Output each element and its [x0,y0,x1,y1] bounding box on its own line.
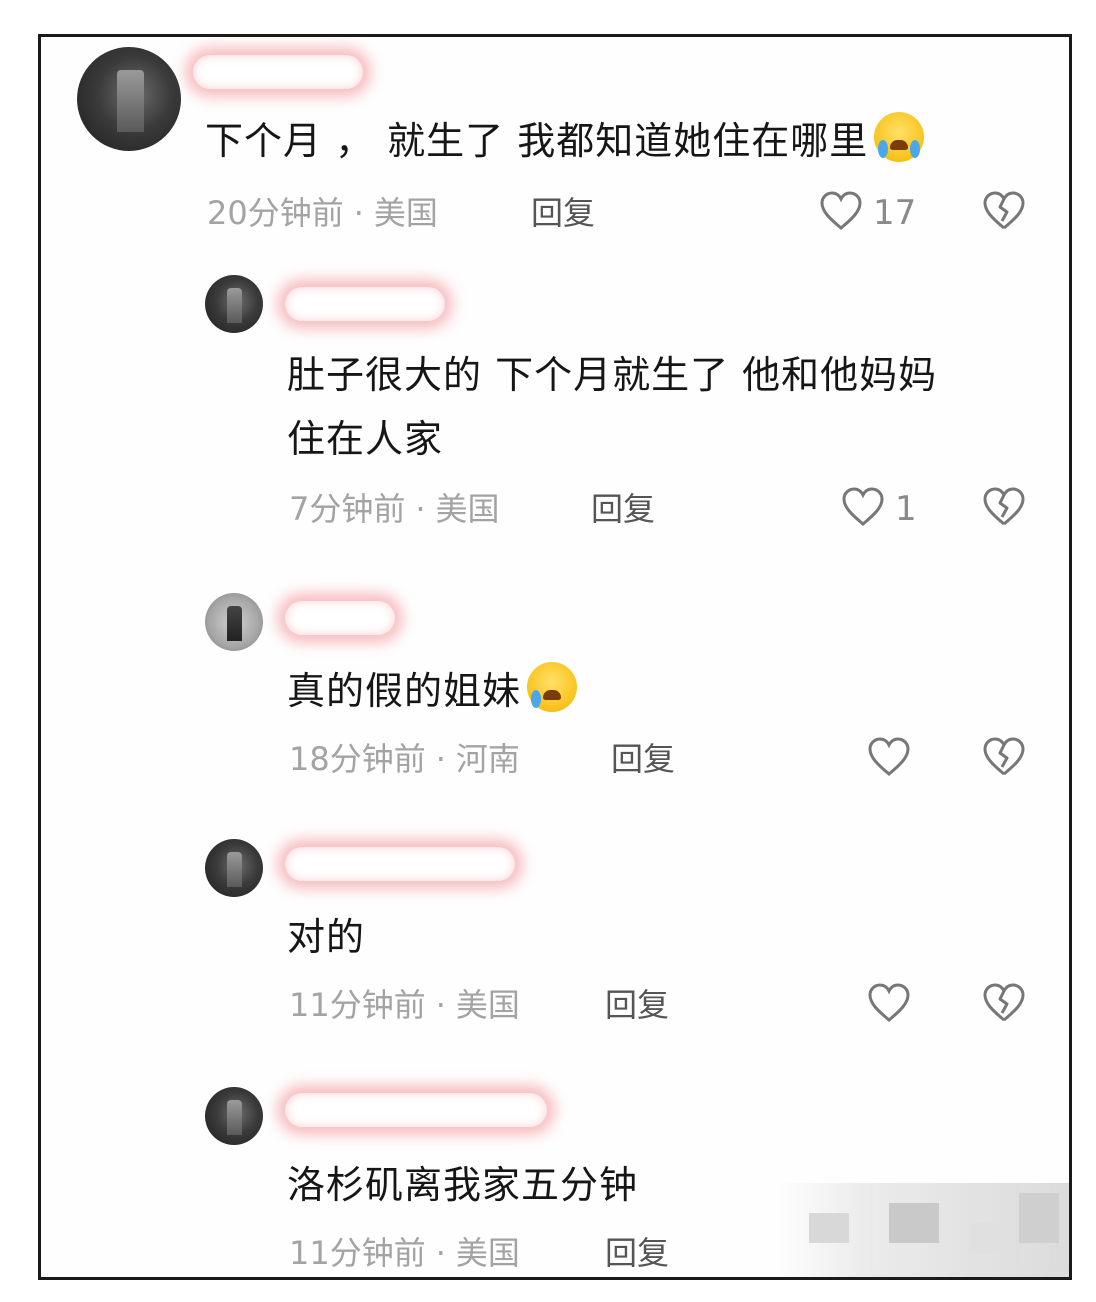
reply-button[interactable]: 回复 [605,1233,669,1273]
comment-item: 下个月 ， 就生了 我都知道她住在哪里 20分钟前 · 美国 回复 17 [41,37,1069,247]
comment-text-content: 下个月 ， 就生了 我都知道她住在哪里 [205,119,869,163]
comment-meta: 7分钟前 · 美国 [289,489,500,529]
meta-separator: · [435,986,446,1024]
avatar[interactable] [205,275,263,333]
comment-panel: 下个月 ， 就生了 我都知道她住在哪里 20分钟前 · 美国 回复 17 肚子很大的… [38,34,1072,1280]
comment-text: 下个月 ， 就生了 我都知道她住在哪里 [205,109,925,173]
watermark-mosaic [779,1183,1069,1277]
like-heart-icon[interactable] [841,487,885,527]
location: 美国 [435,490,500,528]
username-redacted[interactable] [285,1093,547,1127]
meta-separator: · [435,740,446,778]
comment-text: 肚子很大的 下个月就生了 他和他妈妈 住在人家 [287,343,937,471]
username-redacted[interactable] [285,287,445,321]
meta-separator: · [353,194,364,232]
avatar[interactable] [77,47,181,151]
meta-separator: · [435,1234,446,1272]
username-redacted[interactable] [193,55,363,89]
crying-face-emoji [874,112,925,162]
comment-text-line: 住在人家 [287,417,444,461]
comment-meta: 18分钟前 · 河南 [289,739,520,779]
avatar[interactable] [205,839,263,897]
avatar[interactable] [205,1087,263,1145]
comment-text-content: 真的假的姐妹 [287,669,522,713]
reply-comment-item: 对的 11分钟前 · 美国 回复 [41,833,1069,1053]
location: 河南 [455,740,520,778]
reply-comment-item: 肚子很大的 下个月就生了 他和他妈妈 住在人家 7分钟前 · 美国 回复 1 [41,265,1069,545]
comment-text-line: 肚子很大的 下个月就生了 他和他妈妈 [287,353,938,397]
reply-button[interactable]: 回复 [531,193,595,233]
timestamp: 20分钟前 [207,194,344,232]
comment-text-content: 洛杉矶离我家五分钟 [287,1163,639,1207]
comment-text: 真的假的姐妹 [287,659,578,723]
dislike-broken-heart-icon[interactable] [982,487,1026,527]
like-heart-icon[interactable] [819,191,863,231]
reply-button[interactable]: 回复 [611,739,675,779]
meta-separator: · [415,490,426,528]
comment-meta: 11分钟前 · 美国 [289,985,520,1025]
comment-meta: 20分钟前 · 美国 [207,193,438,233]
dislike-broken-heart-icon[interactable] [982,983,1026,1023]
comment-text: 洛杉矶离我家五分钟 [287,1153,638,1217]
reply-button[interactable]: 回复 [605,985,669,1025]
location: 美国 [455,1234,520,1272]
dislike-broken-heart-icon[interactable] [982,191,1026,231]
location: 美国 [373,194,438,232]
reply-button[interactable]: 回复 [591,489,655,529]
rolling-laughing-emoji [527,662,578,712]
timestamp: 7分钟前 [289,490,406,528]
comment-text-content: 对的 [287,915,366,959]
dislike-broken-heart-icon[interactable] [982,737,1026,777]
like-count: 17 [873,193,917,233]
avatar[interactable] [205,593,263,651]
timestamp: 18分钟前 [289,740,426,778]
location: 美国 [455,986,520,1024]
comment-text: 对的 [287,905,365,969]
timestamp: 11分钟前 [289,986,426,1024]
comment-meta: 11分钟前 · 美国 [289,1233,520,1273]
username-redacted[interactable] [285,601,395,635]
username-redacted[interactable] [285,847,515,881]
like-heart-icon[interactable] [867,983,911,1023]
like-count: 1 [895,489,917,529]
reply-comment-item: 真的假的姐妹 18分钟前 · 河南 回复 [41,585,1069,805]
timestamp: 11分钟前 [289,1234,426,1272]
like-heart-icon[interactable] [867,737,911,777]
